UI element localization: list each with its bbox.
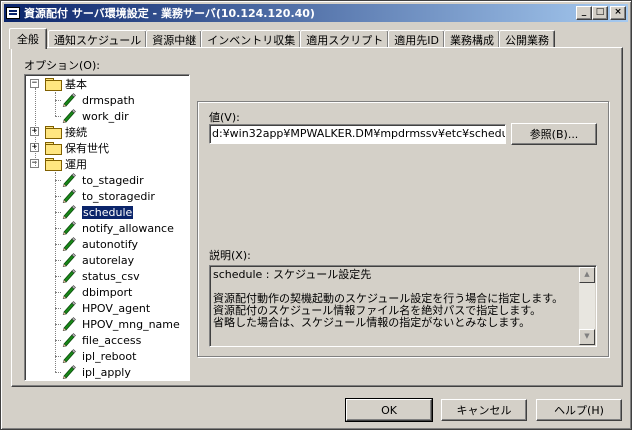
tree-item-label: work_dir	[82, 109, 129, 123]
tree-folder[interactable]: 接続	[45, 124, 87, 140]
window-title: 資源配付 サーバ環境設定 - 業務サーバ(10.124.120.40)	[24, 7, 315, 20]
tree-connector	[55, 172, 56, 372]
tab-resource-relay[interactable]: 資源中継	[146, 30, 203, 48]
scroll-up-icon[interactable]: ▲	[579, 267, 595, 283]
ok-button[interactable]: OK	[345, 398, 433, 422]
tree-item-label: HPOV_agent	[82, 301, 151, 315]
tree-item-label: file_access	[82, 333, 142, 347]
app-icon	[6, 7, 20, 19]
folder-icon	[45, 158, 62, 171]
pencil-icon	[61, 363, 82, 381]
tree-item-label: autonotify	[82, 237, 139, 251]
tree-item-label: drmspath	[82, 93, 135, 107]
title-buttons: _ □ ×	[576, 6, 626, 20]
tree-item-label: 接続	[65, 126, 87, 139]
tree-item-label: ipl_reboot	[82, 349, 137, 363]
tree-item-label: ipl_apply	[82, 365, 131, 379]
dialog-window: 資源配付 サーバ環境設定 - 業務サーバ(10.124.120.40) _ □ …	[0, 0, 632, 430]
tree-connector	[55, 92, 56, 116]
tree-connector	[35, 88, 36, 168]
browse-button[interactable]: 参照(B)...	[511, 123, 597, 145]
tab-public-business[interactable]: 公開業務	[498, 30, 555, 48]
tab-notify-schedule[interactable]: 通知スケジュール	[48, 30, 148, 48]
folder-icon	[45, 78, 62, 91]
minimize-button[interactable]: _	[576, 6, 592, 20]
description-label: 説明(X):	[209, 249, 251, 262]
tab-strip: 全般 通知スケジュール 資源中継 インベントリ収集 適用スクリプト 適用先ID …	[9, 28, 555, 49]
scroll-down-icon[interactable]: ▼	[579, 329, 595, 345]
folder-icon	[45, 126, 62, 139]
tree-item-label: schedule	[80, 204, 135, 220]
value-label: 値(V):	[209, 111, 240, 124]
tree-item[interactable]: ipl_apply	[61, 364, 131, 380]
maximize-button[interactable]: □	[592, 6, 608, 20]
options-tree[interactable]: − 基本 drmspath work_dir + 接続 + 保有世代 − 運用 to_stagedi…	[24, 74, 190, 381]
tab-general[interactable]: 全般	[9, 28, 47, 49]
tree-item-label: to_storagedir	[82, 189, 155, 203]
tree-item-label: HPOV_mng_name	[82, 317, 180, 331]
folder-icon	[45, 142, 62, 155]
value-input[interactable]: d:¥win32app¥MPWALKER.DM¥mpdrmssv¥etc¥sch…	[209, 124, 506, 144]
tree-item-label: to_stagedir	[82, 173, 144, 187]
help-button[interactable]: ヘルプ(H)	[536, 399, 622, 421]
tree-item-label: notify_allowance	[82, 221, 174, 235]
cancel-button[interactable]: キャンセル	[441, 399, 527, 421]
title-bar[interactable]: 資源配付 サーバ環境設定 - 業務サーバ(10.124.120.40) _ □ …	[4, 4, 628, 22]
tree-folder[interactable]: 保有世代	[45, 140, 109, 156]
tab-target-id[interactable]: 適用先ID	[388, 30, 445, 48]
options-label: オプション(O):	[24, 59, 100, 72]
tree-item-label: dbimport	[82, 285, 133, 299]
tree-item[interactable]: work_dir	[61, 108, 129, 124]
tab-business-config[interactable]: 業務構成	[443, 30, 500, 48]
tree-item-label: autorelay	[82, 253, 135, 267]
description-text: schedule : スケジュール設定先 資源配付動作の契機起動のスケジュール設…	[213, 268, 564, 329]
tree-item-label: status_csv	[82, 269, 140, 283]
tab-inventory[interactable]: インベントリ収集	[201, 30, 302, 48]
close-button[interactable]: ×	[610, 6, 626, 20]
pencil-icon	[61, 107, 82, 126]
collapse-icon[interactable]: −	[30, 79, 39, 88]
tab-apply-script[interactable]: 適用スクリプト	[300, 30, 390, 48]
description-box: schedule : スケジュール設定先 資源配付動作の契機起動のスケジュール設…	[209, 265, 597, 347]
description-scrollbar[interactable]: ▲ ▼	[579, 267, 595, 345]
tree-item-label: 保有世代	[65, 142, 109, 155]
